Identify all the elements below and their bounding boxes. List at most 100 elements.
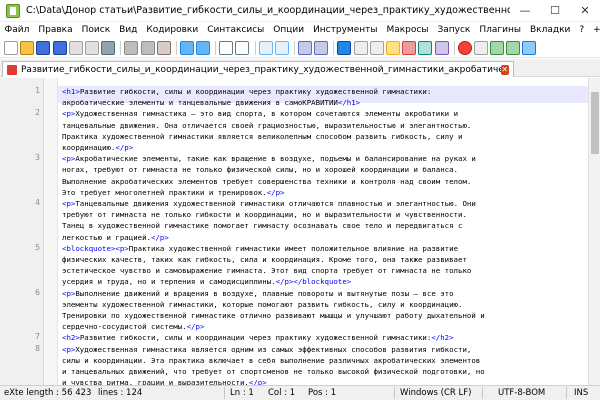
- maximize-button[interactable]: ☐: [540, 0, 570, 22]
- window-title: C:\Data\Донор статьи\Развитие_гибкости_с…: [26, 5, 510, 16]
- code-line[interactable]: сердечно-сосудистой системы.</p>: [62, 321, 588, 332]
- save-icon[interactable]: [36, 40, 51, 55]
- undo-icon[interactable]: [179, 40, 194, 55]
- open-file-icon[interactable]: [20, 40, 35, 55]
- code-line[interactable]: акробатические элементы и танцевальные д…: [62, 97, 588, 108]
- find-icon[interactable]: [219, 40, 234, 55]
- code-line[interactable]: ногах, требуют от гимнаста не только физ…: [62, 164, 588, 175]
- code-line[interactable]: Это требует многолетней практики и трени…: [62, 187, 588, 198]
- menu-bar: Файл Правка Поиск Вид Кодировки Синтакси…: [0, 22, 600, 38]
- code-line[interactable]: Танец в художественной гимнастике помога…: [62, 220, 588, 231]
- code-text[interactable]: <h1>Развитие гибкости, силы и координаци…: [62, 86, 588, 385]
- menu-plugins[interactable]: Плагины: [475, 25, 526, 35]
- menu-help[interactable]: ?: [575, 25, 589, 35]
- scrollbar-thumb[interactable]: [591, 92, 599, 154]
- run-multiple-macro-icon[interactable]: [506, 40, 521, 55]
- status-insert-mode[interactable]: INS: [574, 388, 588, 398]
- html-tag-token: <p>: [62, 109, 76, 119]
- code-line[interactable]: элементы художественной гимнастики, кото…: [62, 299, 588, 310]
- folder-workspace-icon[interactable]: [434, 40, 449, 55]
- line-number: 2: [35, 108, 40, 118]
- menu-search[interactable]: Поиск: [77, 25, 115, 35]
- vertical-scrollbar[interactable]: [588, 78, 600, 385]
- code-line[interactable]: силы и координации. Эта практика включае…: [62, 355, 588, 366]
- zoom-in-icon[interactable]: [258, 40, 273, 55]
- code-line[interactable]: и чувства ритма, грации и выразительност…: [62, 377, 588, 385]
- code-line[interactable]: Практика художественной гимнастики являе…: [62, 131, 588, 142]
- code-line[interactable]: Выполнение акробатических элементов треб…: [62, 176, 588, 187]
- code-line[interactable]: Тренировки по художественной гимнастике …: [62, 310, 588, 321]
- code-line[interactable]: <h2>Развитие гибкости, силы и координаци…: [62, 332, 588, 343]
- close-file-icon[interactable]: [68, 40, 83, 55]
- save-all-icon[interactable]: [52, 40, 67, 55]
- tab-close-icon[interactable]: ✕: [500, 64, 509, 75]
- menu-encoding[interactable]: Кодировки: [142, 25, 203, 35]
- editor-area[interactable]: 123456789 <h1>Развитие гибкости, силы и …: [0, 78, 600, 385]
- text-token: усердия и труда, но и терпения и самодис…: [62, 277, 276, 287]
- menu-language[interactable]: Синтаксисы: [203, 25, 269, 35]
- save-macro-icon[interactable]: [522, 40, 537, 55]
- print-icon[interactable]: [101, 40, 116, 55]
- code-line[interactable]: физических качеств, таких как гибкость, …: [62, 254, 588, 265]
- minimize-button[interactable]: —: [510, 0, 540, 22]
- copy-icon[interactable]: [140, 40, 155, 55]
- status-bar: eXte length : 56 423 lines : 124 Ln : 1 …: [0, 385, 600, 400]
- code-line[interactable]: легкостью и грацией.</p>: [62, 232, 588, 243]
- word-wrap-icon[interactable]: [337, 40, 352, 55]
- code-line[interactable]: <p>Художественная гимнастика является од…: [62, 344, 588, 355]
- function-list-icon[interactable]: [418, 40, 433, 55]
- code-line[interactable]: координацию.</p>: [62, 142, 588, 153]
- status-pos: Pos : 1: [308, 388, 337, 398]
- language-icon[interactable]: [385, 40, 400, 55]
- cut-icon[interactable]: [124, 40, 139, 55]
- menu-settings[interactable]: Опции: [269, 25, 309, 35]
- menu-macro[interactable]: Макросы: [382, 25, 433, 35]
- zoom-out-icon[interactable]: [274, 40, 289, 55]
- doc-map-icon[interactable]: [402, 40, 417, 55]
- text-token: ногах, требуют от гимнаста не только физ…: [62, 165, 459, 175]
- indent-guide-icon[interactable]: [369, 40, 384, 55]
- code-line[interactable]: усердия и труда, но и терпения и самодис…: [62, 276, 588, 287]
- close-all-icon[interactable]: [84, 40, 99, 55]
- menu-edit[interactable]: Правка: [34, 25, 77, 35]
- html-tag-token: </p>: [115, 143, 134, 153]
- show-all-characters-icon[interactable]: [353, 40, 368, 55]
- code-line[interactable]: <blockquote><p>Практика художественной г…: [62, 243, 588, 254]
- status-ln: Ln : 1: [230, 388, 254, 398]
- code-line[interactable]: <h1>Развитие гибкости, силы и координаци…: [62, 86, 588, 97]
- menu-file[interactable]: Файл: [0, 25, 34, 35]
- redo-icon[interactable]: [196, 40, 211, 55]
- code-line[interactable]: требуют от гимнаста не только гибкости и…: [62, 209, 588, 220]
- line-number: 5: [35, 242, 40, 252]
- stop-recording-icon[interactable]: [473, 40, 488, 55]
- sync-vertical-icon[interactable]: [298, 40, 312, 55]
- code-line[interactable]: и танцевальных движений, что требует от …: [62, 366, 588, 377]
- line-number: 4: [35, 198, 40, 207]
- menu-run[interactable]: Запуск: [433, 25, 475, 35]
- text-token: Художественная гимнастика является одним…: [75, 344, 472, 354]
- record-macro-icon[interactable]: [457, 40, 472, 55]
- playback-icon[interactable]: [490, 40, 505, 55]
- sync-horizontal-icon[interactable]: [314, 40, 329, 55]
- menu-tools[interactable]: Инструменты: [309, 25, 382, 35]
- code-line[interactable]: танцевальные движения. Она отличается св…: [62, 120, 588, 131]
- document-tab[interactable]: Развитие_гибкости_силы_и_координации_чер…: [2, 61, 514, 77]
- status-separator: [566, 387, 567, 399]
- paste-icon[interactable]: [156, 40, 171, 55]
- code-line[interactable]: <p>Акробатические элементы, такие как вр…: [62, 153, 588, 164]
- menu-window[interactable]: Вкладки: [525, 25, 574, 35]
- code-line[interactable]: эстетическое чувство и самовыражение гим…: [62, 265, 588, 276]
- new-tab-plus-icon[interactable]: +: [589, 25, 600, 35]
- close-window-button[interactable]: ✕: [570, 0, 600, 22]
- fold-margin[interactable]: [44, 78, 58, 385]
- replace-icon[interactable]: [235, 40, 250, 55]
- status-encoding[interactable]: UTF-8-BOM: [498, 388, 545, 398]
- code-line[interactable]: <p>Танцевальные движения художественной …: [62, 198, 588, 209]
- code-line[interactable]: <p>Выполнение движений и вращения в возд…: [62, 288, 588, 299]
- status-eol[interactable]: Windows (CR LF): [400, 388, 471, 398]
- text-token: силы и координации. Эта практика включае…: [62, 355, 481, 365]
- html-tag-token: <h1>: [62, 87, 80, 96]
- code-line[interactable]: <p>Художественная гимнастика – это вид с…: [62, 108, 588, 119]
- new-file-icon[interactable]: [4, 40, 18, 55]
- menu-view[interactable]: Вид: [115, 25, 142, 35]
